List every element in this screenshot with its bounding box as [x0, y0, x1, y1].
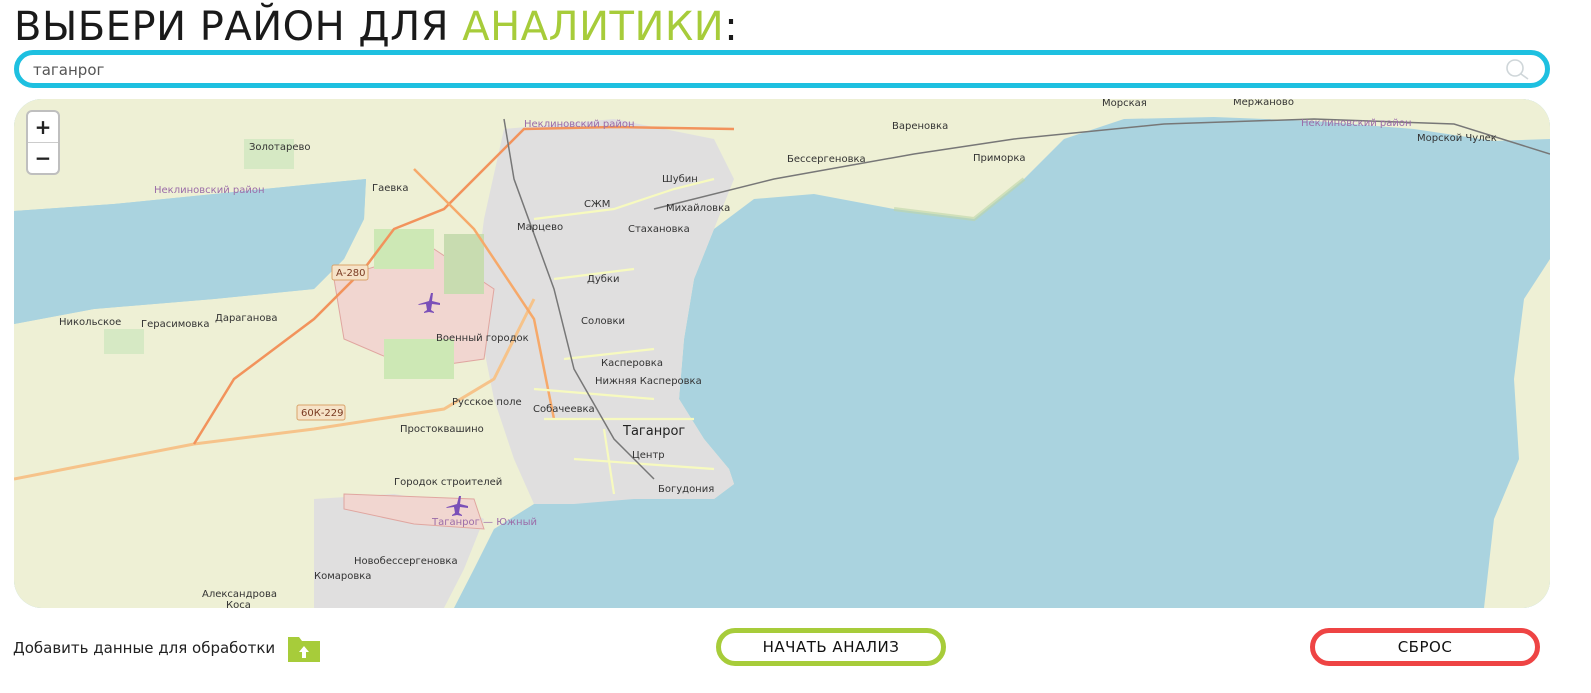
place-label: Дараганова — [215, 313, 277, 324]
place-label: Стахановка — [628, 224, 690, 235]
place-label: Нижняя Касперовка — [595, 376, 702, 387]
place-label: Комаровка — [314, 571, 371, 582]
place-label: Городок строителей — [394, 477, 502, 488]
place-label: Золотарево — [249, 142, 311, 153]
page-title-suffix: : — [724, 4, 739, 50]
place-label: Морская — [1102, 99, 1147, 109]
place-label: Коса — [226, 600, 251, 608]
svg-text:60К-229: 60К-229 — [301, 408, 344, 419]
map-view[interactable]: А-280 60К-229 Неклиновский район Неклино… — [14, 99, 1550, 608]
page-title-main: ВЫБЕРИ РАЙОН ДЛЯ — [14, 4, 463, 50]
place-label: Простоквашино — [400, 424, 484, 435]
place-label: Мержаново — [1233, 99, 1294, 108]
road-shield-a280: А-280 — [331, 264, 369, 281]
district-label: Неклиновский район — [524, 119, 635, 130]
zoom-in-button[interactable]: + — [28, 112, 58, 142]
place-label: Никольское — [59, 317, 121, 328]
place-label: Собачеевка — [533, 404, 595, 415]
place-label: Александрова — [202, 589, 277, 600]
add-data-label: Добавить данные для обработки — [13, 639, 276, 657]
place-label: Михайловка — [666, 203, 730, 214]
zoom-control: + − — [26, 110, 60, 175]
place-label: Герасимовка — [141, 319, 209, 330]
district-label: Неклиновский район — [154, 185, 265, 196]
reset-button[interactable]: СБРОС — [1310, 628, 1540, 666]
place-label: Соловки — [581, 316, 625, 327]
search-bar[interactable] — [14, 50, 1550, 88]
airport-label: Таганрог — Южный — [431, 517, 537, 528]
page-title: ВЫБЕРИ РАЙОН ДЛЯ АНАЛИТИКИ: — [14, 2, 738, 52]
place-label: Русское поле — [452, 397, 522, 408]
zoom-out-button[interactable]: − — [28, 142, 58, 173]
road-shield-60k229: 60К-229 — [296, 404, 346, 421]
place-label: СЖМ — [584, 199, 610, 210]
place-label: Военный городок — [436, 333, 529, 344]
svg-text:А-280: А-280 — [336, 268, 366, 279]
search-input[interactable] — [31, 55, 1495, 85]
place-label: Гаевка — [372, 183, 408, 194]
place-label: Приморка — [973, 153, 1026, 164]
place-label: Новобессергеновка — [354, 556, 458, 567]
place-label: Марцево — [517, 222, 563, 233]
district-label: Неклиновский район — [1301, 118, 1412, 129]
place-label: Вареновка — [892, 121, 948, 132]
add-data-row: Добавить данные для обработки — [13, 633, 321, 663]
search-icon[interactable] — [1505, 58, 1531, 80]
map-canvas[interactable]: А-280 60К-229 Неклиновский район Неклино… — [14, 99, 1550, 608]
place-label: Дубки — [587, 274, 619, 285]
place-label: Центр — [632, 450, 665, 461]
place-label: Бессергеновка — [787, 154, 866, 165]
place-label: Богудония — [658, 484, 714, 495]
folder-upload-icon[interactable] — [287, 633, 321, 663]
place-label: Морской Чулек — [1417, 133, 1497, 144]
place-label: Шубин — [662, 174, 698, 185]
place-label: Касперовка — [601, 358, 663, 369]
start-analysis-button[interactable]: НАЧАТЬ АНАЛИЗ — [716, 628, 946, 666]
page-title-accent: АНАЛИТИКИ — [462, 4, 725, 50]
city-label: Таганрог — [622, 424, 685, 439]
